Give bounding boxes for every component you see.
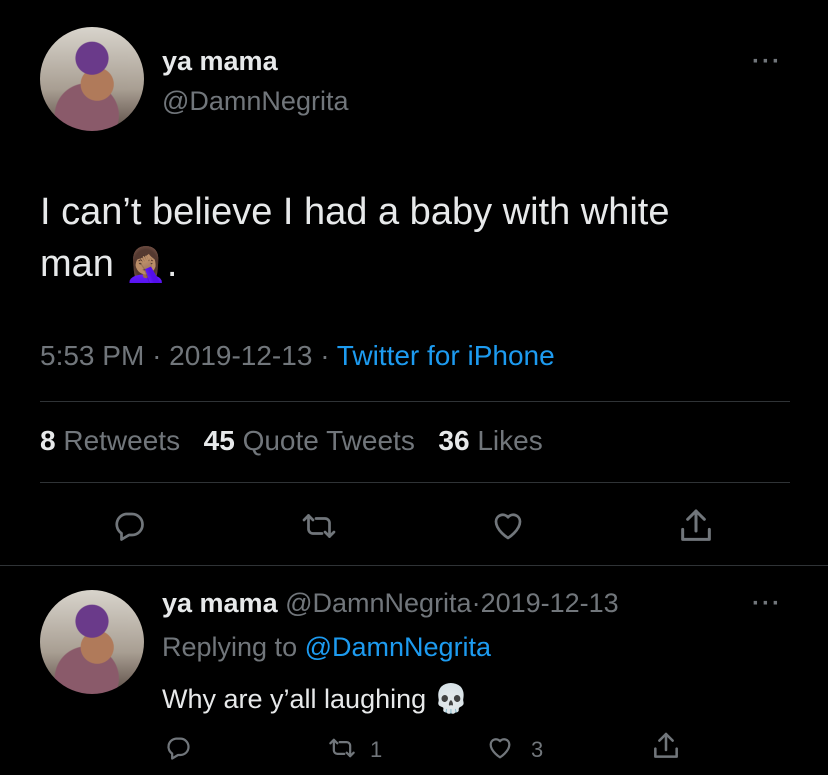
reply-text: Why are y’all laughing 💀 bbox=[162, 682, 469, 715]
tweet-text-word: man bbox=[40, 243, 114, 285]
reply-date[interactable]: 2019-12-13 bbox=[481, 588, 619, 618]
tweet-time[interactable]: 5:53 PM bbox=[40, 340, 144, 371]
reply-separator: · bbox=[471, 588, 481, 618]
quotes-stat[interactable]: 45 Quote Tweets bbox=[204, 425, 415, 456]
retweets-count: 8 bbox=[40, 425, 56, 456]
tweet-text: I can’t believe I had a baby with white … bbox=[40, 186, 800, 291]
tweet-text-line1: I can’t believe I had a baby with white bbox=[40, 191, 670, 233]
divider bbox=[0, 565, 828, 566]
divider bbox=[40, 482, 790, 483]
tweet-date[interactable]: 2019-12-13 bbox=[169, 340, 312, 371]
more-icon[interactable]: ··· bbox=[752, 48, 782, 76]
reply-share-icon[interactable] bbox=[650, 730, 682, 762]
reply-text-body: Why are y’all laughing bbox=[162, 684, 427, 714]
replying-handle[interactable]: @DamnNegrita bbox=[305, 632, 491, 662]
reply-icon[interactable] bbox=[110, 508, 148, 544]
reply-header: ya mama @DamnNegrita·2019-12-13 bbox=[162, 588, 619, 619]
display-name[interactable]: ya mama bbox=[162, 46, 278, 77]
user-handle[interactable]: @DamnNegrita bbox=[162, 86, 348, 117]
divider bbox=[40, 401, 790, 402]
retweet-icon[interactable] bbox=[298, 508, 340, 544]
replying-to: Replying to @DamnNegrita bbox=[162, 632, 491, 663]
tweet-meta: 5:53 PM · 2019-12-13 · Twitter for iPhon… bbox=[40, 340, 555, 372]
likes-count: 36 bbox=[438, 425, 470, 456]
retweets-label: Retweets bbox=[63, 425, 181, 456]
reply-retweet-icon[interactable] bbox=[325, 734, 359, 762]
facepalm-emoji: 🤦🏽‍♀️ bbox=[124, 246, 167, 284]
reply-retweet-count: 1 bbox=[370, 737, 383, 762]
reply-like-count: 3 bbox=[531, 737, 544, 762]
meta-separator: · bbox=[152, 340, 162, 371]
reply-more-icon[interactable]: ··· bbox=[752, 590, 782, 618]
likes-label: Likes bbox=[477, 425, 543, 456]
reply-reply-icon[interactable] bbox=[163, 734, 193, 762]
skull-emoji: 💀 bbox=[433, 683, 469, 714]
reply-avatar[interactable] bbox=[40, 590, 144, 694]
avatar[interactable] bbox=[40, 27, 144, 131]
reply-display-name[interactable]: ya mama bbox=[162, 588, 278, 618]
reply-like-icon[interactable] bbox=[484, 734, 516, 762]
retweets-stat[interactable]: 8 Retweets bbox=[40, 425, 180, 456]
tweet-text-line2: man 🤦🏽‍♀️. bbox=[40, 238, 800, 291]
share-icon[interactable] bbox=[676, 506, 716, 546]
tweet-text-end: . bbox=[166, 243, 178, 285]
replying-prefix: Replying to bbox=[162, 632, 298, 662]
like-icon[interactable] bbox=[488, 508, 528, 544]
likes-stat[interactable]: 36 Likes bbox=[438, 425, 542, 456]
tweet-stats: 8 Retweets 45 Quote Tweets 36 Likes bbox=[40, 425, 543, 457]
quotes-label: Quote Tweets bbox=[242, 425, 415, 456]
reply-handle[interactable]: @DamnNegrita bbox=[285, 588, 471, 618]
quotes-count: 45 bbox=[203, 425, 235, 456]
tweet-source[interactable]: Twitter for iPhone bbox=[337, 340, 555, 371]
meta-separator: · bbox=[320, 340, 330, 371]
